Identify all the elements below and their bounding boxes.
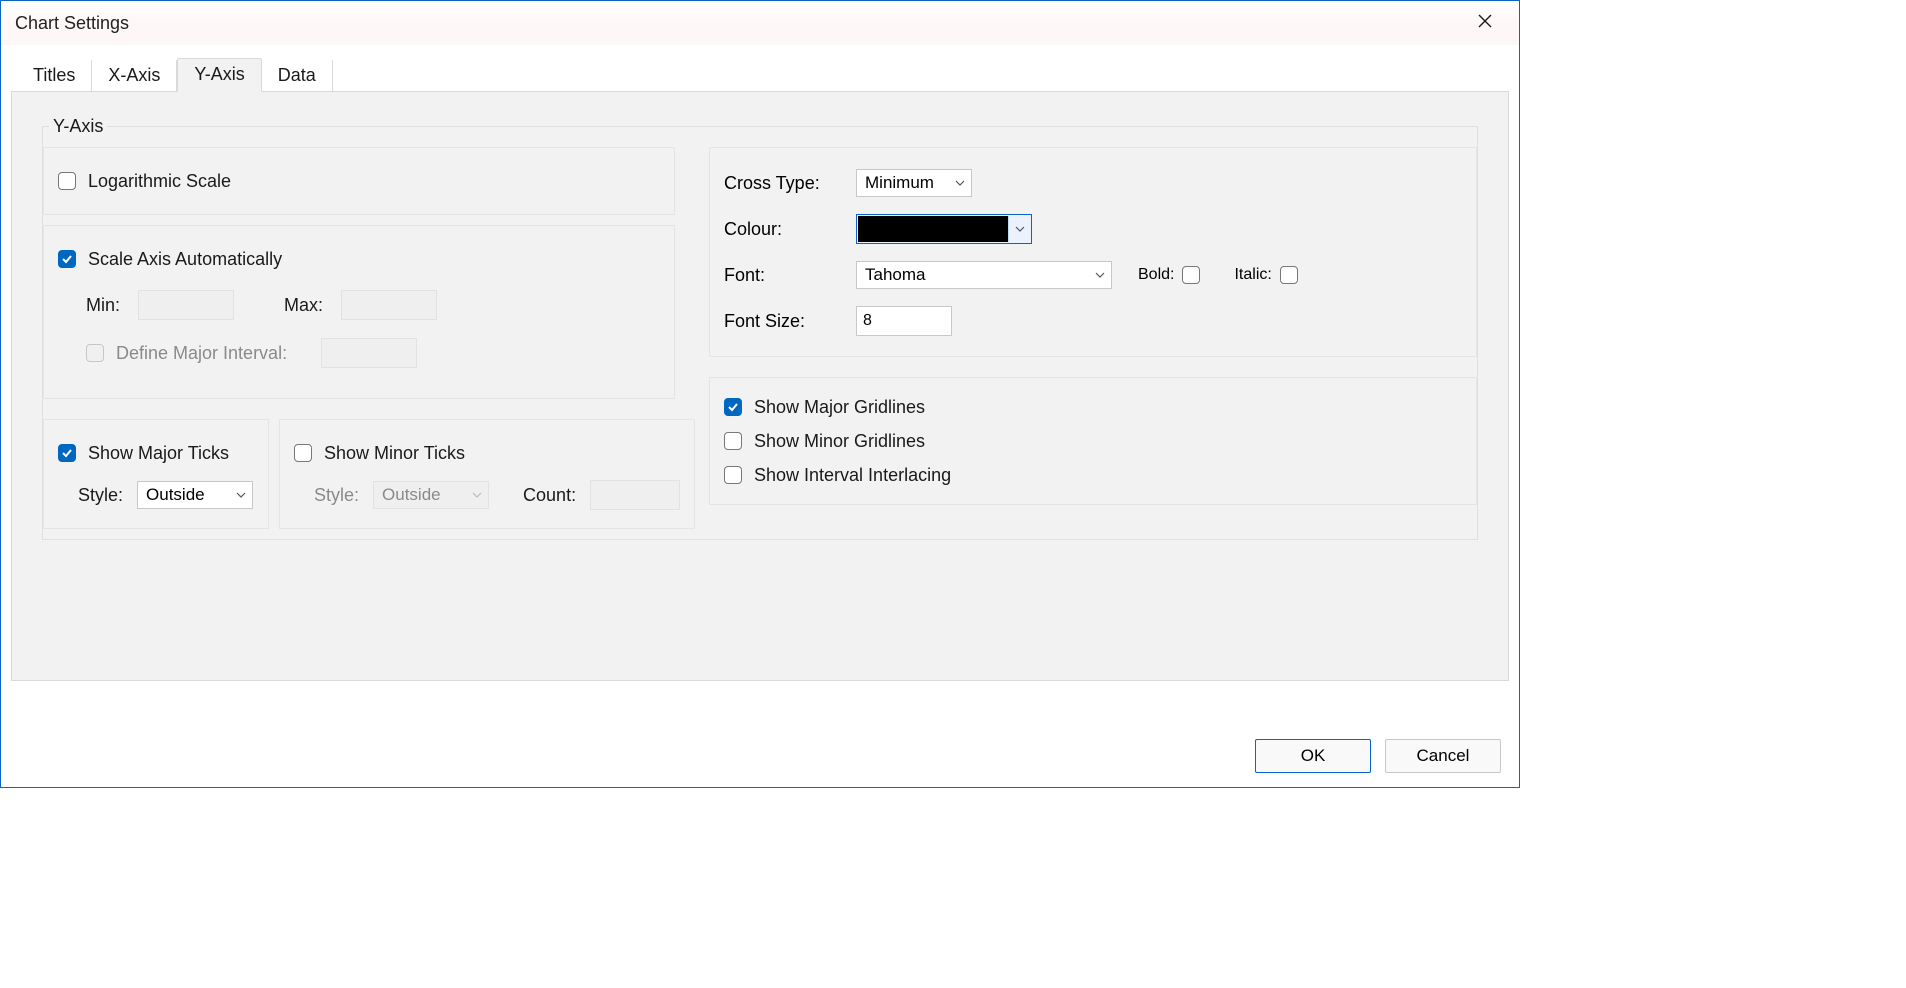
tab-y-axis[interactable]: Y-Axis <box>177 58 261 92</box>
show-minor-ticks-label: Show Minor Ticks <box>324 443 465 464</box>
log-scale-box: Logarithmic Scale <box>43 147 675 215</box>
max-input[interactable] <box>341 290 437 320</box>
tab-data[interactable]: Data <box>262 60 333 92</box>
gridlines-box: Show Major Gridlines Show Minor Gridline… <box>709 377 1477 505</box>
minor-ticks-style-label: Style: <box>314 485 359 506</box>
font-size-label: Font Size: <box>724 311 856 332</box>
titlebar: Chart Settings <box>1 1 1519 45</box>
tab-page-y-axis: Y-Axis Logarithmic Scale <box>11 91 1509 681</box>
chevron-down-icon <box>472 490 482 500</box>
scale-auto-checkbox[interactable] <box>58 250 76 268</box>
chevron-down-icon <box>1095 270 1105 280</box>
italic-checkbox[interactable] <box>1280 266 1298 284</box>
major-ticks-style-label: Style: <box>78 485 123 506</box>
colour-label: Colour: <box>724 219 856 240</box>
min-input[interactable] <box>138 290 234 320</box>
tab-titles[interactable]: Titles <box>17 60 92 92</box>
minor-ticks-style-select[interactable]: Outside <box>373 481 489 509</box>
font-label: Font: <box>724 265 856 286</box>
close-button[interactable] <box>1465 7 1505 39</box>
font-size-input[interactable] <box>856 306 952 336</box>
minor-ticks-count-label: Count: <box>523 485 576 506</box>
major-ticks-style-value: Outside <box>146 485 228 505</box>
y-axis-group: Y-Axis Logarithmic Scale <box>42 116 1478 540</box>
define-interval-label: Define Major Interval: <box>116 343 287 364</box>
show-major-gridlines-label: Show Major Gridlines <box>754 397 925 418</box>
dialog-footer: OK Cancel <box>1255 739 1501 773</box>
show-major-gridlines-checkbox[interactable] <box>724 398 742 416</box>
show-minor-gridlines-label: Show Minor Gridlines <box>754 431 925 452</box>
cross-type-value: Minimum <box>865 173 947 193</box>
minor-ticks-count-input[interactable] <box>590 480 680 510</box>
chevron-down-icon <box>955 178 965 188</box>
show-minor-ticks-checkbox[interactable] <box>294 444 312 462</box>
chart-settings-dialog: Chart Settings Titles X-Axis Y-Axis Data… <box>0 0 1520 788</box>
cross-type-label: Cross Type: <box>724 173 856 194</box>
define-interval-checkbox[interactable] <box>86 344 104 362</box>
chevron-down-icon <box>236 490 246 500</box>
min-label: Min: <box>86 295 120 316</box>
major-ticks-style-select[interactable]: Outside <box>137 481 253 509</box>
scale-auto-box: Scale Axis Automatically Min: Max: <box>43 225 675 399</box>
bold-label: Bold: <box>1138 266 1174 284</box>
chevron-down-icon <box>1008 216 1030 242</box>
log-scale-checkbox[interactable] <box>58 172 76 190</box>
font-select[interactable]: Tahoma <box>856 261 1112 289</box>
show-interval-interlacing-checkbox[interactable] <box>724 466 742 484</box>
tabstrip: Titles X-Axis Y-Axis Data <box>17 57 1509 91</box>
axis-style-box: Cross Type: Minimum Colour: <box>709 147 1477 357</box>
show-major-ticks-checkbox[interactable] <box>58 444 76 462</box>
window-title: Chart Settings <box>15 13 129 34</box>
cancel-button[interactable]: Cancel <box>1385 739 1501 773</box>
minor-ticks-style-value: Outside <box>382 485 464 505</box>
bold-checkbox[interactable] <box>1182 266 1200 284</box>
group-legend: Y-Axis <box>49 116 107 137</box>
font-value: Tahoma <box>865 265 1087 285</box>
log-scale-label: Logarithmic Scale <box>88 171 231 192</box>
minor-ticks-box: Show Minor Ticks Style: Outside <box>279 419 695 529</box>
cross-type-select[interactable]: Minimum <box>856 169 972 197</box>
show-interval-interlacing-label: Show Interval Interlacing <box>754 465 951 486</box>
italic-label: Italic: <box>1234 266 1271 284</box>
scale-auto-label: Scale Axis Automatically <box>88 249 282 270</box>
major-ticks-box: Show Major Ticks Style: Outside <box>43 419 269 529</box>
show-minor-gridlines-checkbox[interactable] <box>724 432 742 450</box>
colour-picker[interactable] <box>856 214 1032 244</box>
show-major-ticks-label: Show Major Ticks <box>88 443 229 464</box>
max-label: Max: <box>284 295 323 316</box>
define-interval-input[interactable] <box>321 338 417 368</box>
ok-button[interactable]: OK <box>1255 739 1371 773</box>
tab-x-axis[interactable]: X-Axis <box>92 60 177 92</box>
colour-swatch <box>858 216 1008 242</box>
close-icon <box>1478 14 1492 33</box>
